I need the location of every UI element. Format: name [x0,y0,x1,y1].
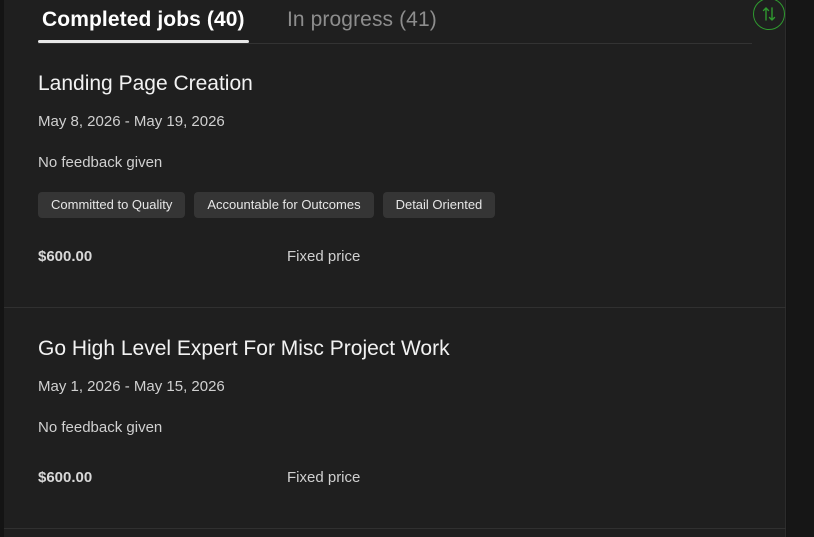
sort-arrows-icon [762,7,776,21]
sort-button[interactable] [753,0,785,30]
job-item: Go High Level Expert For Misc Project Wo… [4,308,786,529]
job-dates: May 8, 2026 - May 19, 2026 [38,113,225,130]
job-price-type: Fixed price [287,248,361,265]
skill-tag: Committed to Quality [38,192,186,218]
tab-in-progress[interactable]: In progress (41) [287,8,437,32]
job-title[interactable]: Go High Level Expert For Misc Project Wo… [38,337,450,361]
job-tabs: Completed jobs (40) In progress (41) [38,0,785,44]
work-history-panel: Completed jobs (40) In progress (41) Lan… [4,0,786,537]
job-price: $600.00 [38,469,93,486]
job-title[interactable]: Landing Page Creation [38,72,253,96]
job-price: $600.00 [38,248,93,265]
tab-completed-jobs[interactable]: Completed jobs (40) [38,8,249,43]
job-price-type: Fixed price [287,469,361,486]
job-feedback: No feedback given [38,419,163,436]
skill-tag: Accountable for Outcomes [194,192,374,218]
job-feedback: No feedback given [38,154,163,171]
job-skill-tags: Committed to Quality Accountable for Out… [38,192,496,218]
skill-tag: Detail Oriented [382,192,496,218]
job-item: Landing Page Creation May 8, 2026 - May … [4,44,786,308]
job-dates: May 1, 2026 - May 15, 2026 [38,378,225,395]
right-gutter [787,0,814,537]
